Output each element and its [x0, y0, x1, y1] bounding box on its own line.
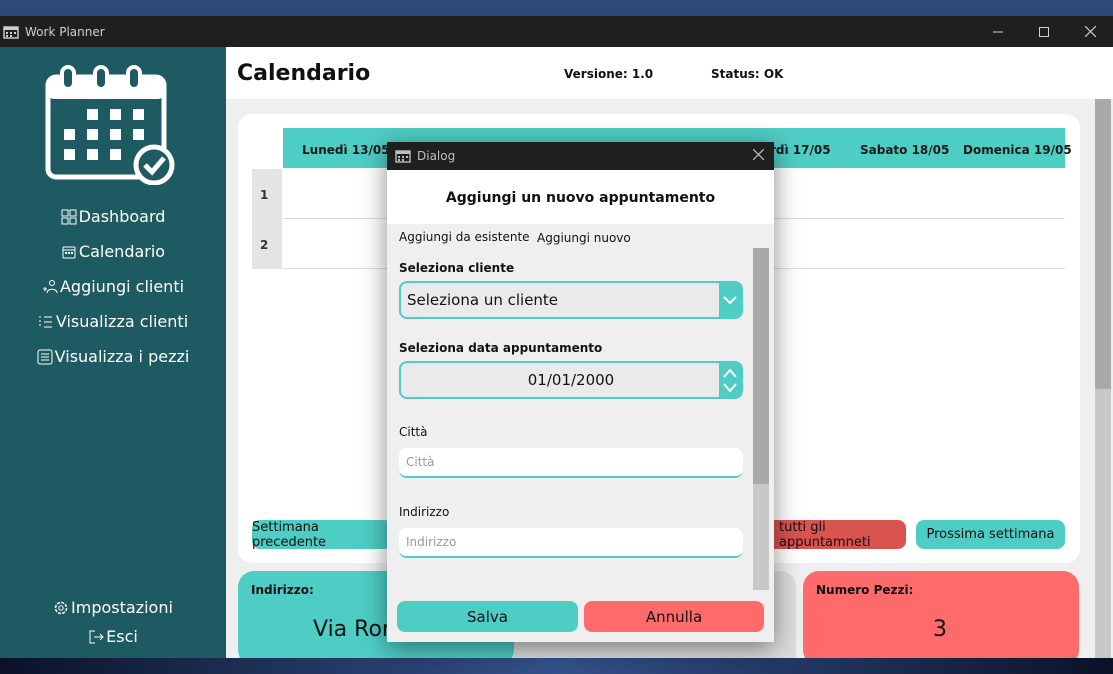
- add-appointment-dialog: Dialog Aggiungi un nuovo appuntamento Ag…: [387, 142, 774, 642]
- list-icon: [39, 315, 52, 328]
- status-label: Status: OK: [711, 67, 784, 81]
- sidebar-item-label: Dashboard: [78, 207, 166, 226]
- date-field-label: Seleziona data appuntamento: [399, 341, 603, 355]
- day-header-friday: rdì 17/05: [770, 143, 831, 157]
- previous-week-button[interactable]: Settimana precedente: [252, 520, 392, 550]
- address-label: Indirizzo:: [251, 583, 314, 597]
- maximize-button[interactable]: [1021, 16, 1067, 47]
- city-field-label: Città: [399, 425, 428, 439]
- main-scrollbar[interactable]: [1095, 99, 1111, 658]
- gear-icon: [54, 601, 68, 614]
- minimize-icon: [993, 31, 1003, 32]
- close-icon: [1084, 26, 1096, 37]
- chevron-down-icon[interactable]: [723, 381, 737, 395]
- sidebar-item-label: Visualizza clienti: [55, 312, 189, 331]
- dialog-heading: Aggiungi un nuovo appuntamento: [387, 170, 774, 224]
- calendar-app-icon: [3, 25, 19, 39]
- sidebar-item-dashboard[interactable]: Dashboard: [0, 207, 226, 226]
- pieces-value: 3: [933, 617, 947, 642]
- dialog-titlebar: Dialog: [387, 142, 774, 170]
- sidebar-item-visualizza-clienti[interactable]: Visualizza clienti: [0, 312, 226, 331]
- sidebar-item-visualizza-pezzi[interactable]: Visualizza i pezzi: [0, 347, 226, 366]
- dialog-title: Dialog: [417, 149, 456, 163]
- calendar-app-icon: [395, 150, 411, 163]
- sidebar-item-aggiungi-clienti[interactable]: Aggiungi clienti: [0, 277, 226, 296]
- sidebar-item-label: Visualizza i pezzi: [54, 347, 190, 366]
- minimize-button[interactable]: [975, 16, 1021, 47]
- dashboard-icon: [61, 209, 77, 224]
- sidebar: Dashboard Calendario Aggiungi clienti Vi…: [0, 47, 226, 658]
- page-header: Calendario Versione: 1.0 Status: OK: [226, 47, 1113, 99]
- close-icon: [752, 148, 764, 161]
- client-select[interactable]: Seleziona un cliente: [399, 281, 743, 319]
- scrollbar-thumb[interactable]: [1095, 99, 1111, 389]
- date-spinbox[interactable]: 01/01/2000: [399, 361, 743, 399]
- sidebar-item-label: Calendario: [78, 242, 166, 261]
- sidebar-item-esci[interactable]: Esci: [0, 627, 226, 646]
- add-users-icon: [42, 279, 58, 293]
- row-number: 1: [252, 169, 282, 219]
- client-field-label: Seleziona cliente: [399, 261, 515, 275]
- sidebar-item-impostazioni[interactable]: Impostazioni: [0, 598, 226, 617]
- calendar-logo-icon: [45, 65, 175, 185]
- sidebar-item-label: Esci: [106, 627, 138, 646]
- date-value: 01/01/2000: [527, 371, 615, 389]
- desktop-edge: [0, 658, 1113, 674]
- pieces-label: Numero Pezzi:: [816, 583, 914, 597]
- window-titlebar: Work Planner: [0, 16, 1113, 47]
- window-title: Work Planner: [25, 24, 105, 39]
- cancel-button[interactable]: Annulla: [584, 601, 764, 632]
- list-box-icon: [37, 349, 53, 364]
- dialog-scrollbar[interactable]: [753, 248, 769, 590]
- all-appointments-button[interactable]: tutti gli appuntamneti: [773, 520, 906, 550]
- client-select-value: Seleziona un cliente: [407, 291, 559, 309]
- row-number: 2: [252, 219, 282, 269]
- day-header-sunday: Domenica 19/05: [963, 143, 1072, 157]
- scrollbar-thumb[interactable]: [753, 248, 769, 484]
- client-select-dropdown-button[interactable]: [719, 283, 741, 317]
- close-button[interactable]: [1067, 16, 1113, 47]
- address-input[interactable]: Indirizzo: [399, 528, 743, 558]
- day-header-saturday: Sabato 18/05: [860, 143, 950, 157]
- logout-icon: [89, 630, 104, 643]
- page-title: Calendario: [237, 61, 371, 86]
- address-value: Via Ror: [313, 617, 391, 642]
- chevron-down-icon: [723, 296, 737, 305]
- address-field-label: Indirizzo: [399, 505, 450, 519]
- sidebar-item-calendario[interactable]: Calendario: [0, 242, 226, 261]
- date-stepper[interactable]: [719, 363, 741, 397]
- save-button[interactable]: Salva: [397, 601, 578, 632]
- tab-add-existing[interactable]: Aggiungi da esistente: [399, 230, 530, 244]
- chevron-up-icon[interactable]: [723, 366, 737, 380]
- calendar-icon: [62, 246, 76, 258]
- day-header-monday: Lunedì 13/05: [302, 143, 390, 157]
- version-label: Versione: 1.0: [564, 67, 654, 81]
- city-input[interactable]: Città: [399, 448, 743, 478]
- sidebar-item-label: Impostazioni: [71, 598, 173, 617]
- sidebar-item-label: Aggiungi clienti: [59, 277, 185, 296]
- pieces-card: Numero Pezzi: 3: [803, 571, 1079, 658]
- next-week-button[interactable]: Prossima settimana: [916, 520, 1065, 549]
- maximize-icon: [1039, 26, 1049, 37]
- tab-add-new[interactable]: Aggiungi nuovo: [537, 231, 631, 245]
- dialog-close-button[interactable]: [742, 148, 774, 164]
